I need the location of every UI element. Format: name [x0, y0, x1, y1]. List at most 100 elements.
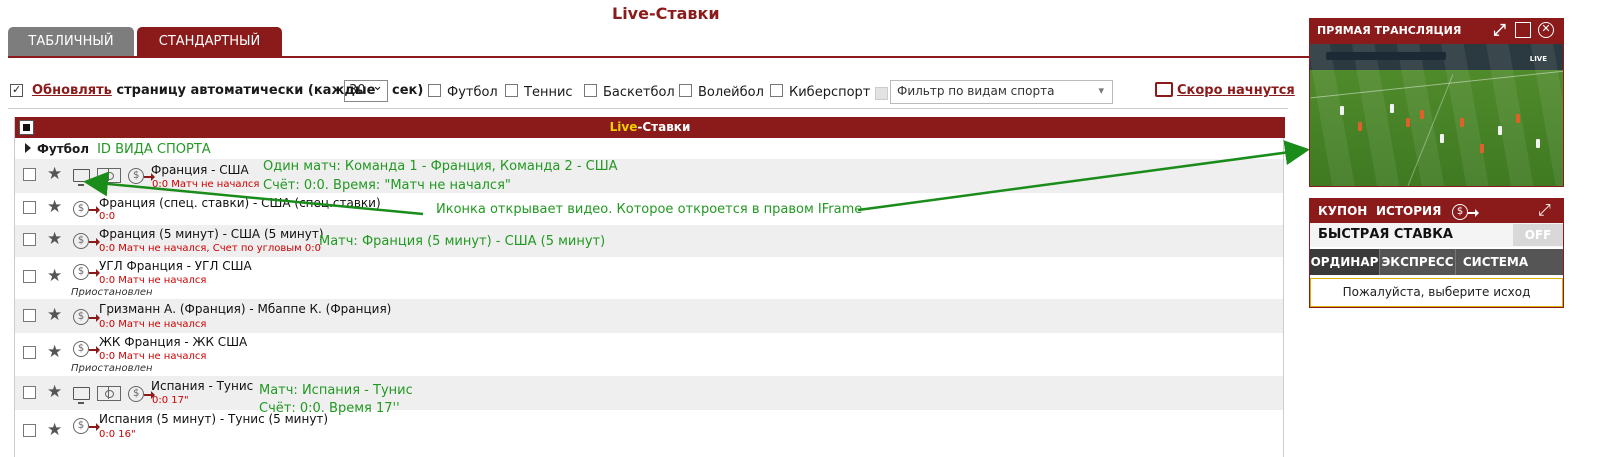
esports-checkbox[interactable] — [770, 84, 783, 97]
table-row[interactable]: ★ $ УГЛ Франция - УГЛ США 0:0 Матч не на… — [15, 257, 1283, 299]
upcoming-link[interactable]: Скоро начнутся — [1155, 82, 1295, 98]
sport-filter-football[interactable]: Футбол — [428, 83, 498, 100]
favorite-star-icon[interactable]: ★ — [47, 344, 62, 361]
row-paused-label: Приостановлен — [71, 363, 153, 374]
refresh-interval-select[interactable]: 30 — [344, 79, 388, 102]
coupon-header: КУПОН ИСТОРИЯ $ ⤢ — [1310, 199, 1563, 223]
football-checkbox[interactable] — [428, 84, 441, 97]
bet-arrow-icon — [144, 391, 156, 399]
tab-table[interactable]: ТАБЛИЧНЫЙ — [8, 27, 134, 57]
auto-refresh-checkbox[interactable] — [10, 84, 23, 97]
tab-coupon[interactable]: КУПОН — [1310, 199, 1375, 223]
live-tag: LIVE — [1529, 55, 1547, 63]
mode-express[interactable]: ЭКСПРЕСС — [1379, 249, 1455, 275]
video-tv-icon[interactable] — [73, 387, 90, 404]
tab-history[interactable]: ИСТОРИЯ — [1368, 199, 1449, 223]
player — [1498, 126, 1502, 135]
filter-checkbox[interactable] — [875, 87, 888, 100]
bet-coin-icon[interactable]: $ — [73, 201, 89, 217]
match-status: 0:0 Матч не начался — [99, 351, 207, 362]
basketball-checkbox[interactable] — [584, 84, 597, 97]
row-checkbox[interactable] — [23, 424, 36, 437]
row-paused-label: Приостановлен — [71, 287, 153, 298]
row-icons: $ — [73, 417, 100, 435]
bet-coin-icon[interactable]: $ — [128, 168, 145, 184]
refresh-link[interactable]: Обновлять — [32, 83, 112, 98]
tab-standard[interactable]: СТАНДАРТНЫЙ — [137, 27, 282, 57]
match-field-icon[interactable] — [97, 168, 122, 183]
match-title[interactable]: ЖК Франция - ЖК США — [99, 335, 247, 349]
match-status: 0:0 17" — [152, 395, 189, 406]
row-checkbox[interactable] — [23, 386, 36, 399]
stream-video[interactable]: LIVE — [1309, 43, 1564, 187]
sport-group-football[interactable]: ФутболОдин матч: Команда 1 - Франция, Ко… — [25, 142, 211, 157]
favorite-star-icon[interactable]: ★ — [47, 268, 62, 285]
bet-coin-icon[interactable]: $ — [73, 309, 89, 325]
row-icons: $ — [73, 200, 100, 218]
mode-single[interactable]: ОРДИНАР — [1310, 249, 1379, 275]
choose-outcome-message: Пожалуйста, выберите исход — [1310, 278, 1563, 307]
bet-coin-icon[interactable]: $ — [73, 418, 89, 434]
expand-icon[interactable] — [1493, 17, 1509, 42]
video-tv-icon[interactable] — [73, 169, 90, 186]
table-row[interactable]: ★ $ ЖК Франция - ЖК США 0:0 Матч не нача… — [15, 333, 1283, 376]
table-row[interactable]: ★ $ Испания - Тунис 0:0 17" — [15, 376, 1283, 410]
favorite-star-icon[interactable]: ★ — [47, 422, 62, 439]
select-all-checkbox[interactable] — [19, 120, 34, 135]
row-checkbox[interactable] — [23, 233, 36, 246]
coupon-expand-icon[interactable]: ⤢ — [1538, 199, 1551, 221]
upcoming-label: Скоро начнутся — [1177, 83, 1295, 98]
match-title[interactable]: Франция (спец. ставки) - США (спец.ставк… — [99, 196, 381, 210]
match-title[interactable]: Франция - США — [151, 163, 249, 177]
match-title[interactable]: Гризманн А. (Франция) - Мбаппе К. (Франц… — [99, 302, 391, 316]
row-checkbox[interactable] — [23, 168, 36, 181]
volleyball-checkbox[interactable] — [679, 84, 692, 97]
table-row[interactable]: ★ $ Испания (5 минут) - Тунис (5 минут) … — [15, 410, 1283, 457]
row-checkbox[interactable] — [23, 270, 36, 283]
bet-coin-icon[interactable]: $ — [73, 341, 89, 357]
bet-coin-icon[interactable]: $ — [128, 386, 145, 402]
bet-arrow-icon — [89, 206, 100, 214]
sport-filter-volleyball[interactable]: Волейбол — [679, 83, 764, 100]
popout-window-icon[interactable] — [1515, 22, 1531, 38]
expand-triangle-icon[interactable] — [25, 143, 31, 153]
table-row[interactable]: ★ $ Гризманн А. (Франция) - Мбаппе К. (Ф… — [15, 299, 1283, 333]
bet-coin-icon[interactable]: $ — [73, 233, 89, 249]
sport-group-name: Футбол — [37, 142, 90, 156]
pitch-line — [1407, 74, 1454, 186]
row-checkbox[interactable] — [23, 309, 36, 322]
controls-bar: Обновлять страницу автоматически (каждые… — [10, 79, 1330, 104]
annotation-match-teams: Один матч: Команда 1 - Франция, Команда … — [263, 159, 618, 174]
favorite-star-icon[interactable]: ★ — [47, 231, 62, 248]
favorite-star-icon[interactable]: ★ — [47, 199, 62, 216]
row-checkbox[interactable] — [23, 346, 36, 359]
tab-underline — [8, 56, 1329, 58]
mode-system[interactable]: СИСТЕМА — [1455, 249, 1535, 275]
tennis-checkbox[interactable] — [505, 84, 518, 97]
stream-header: ПРЯМАЯ ТРАНСЛЯЦИЯ ✕ — [1309, 17, 1564, 43]
sport-filter-select[interactable]: Фильтр по видам спорта — [890, 80, 1113, 104]
table-row[interactable]: ★ $ Франция (5 минут) - США (5 минут) 0:… — [15, 225, 1283, 257]
volleyball-label: Волейбол — [698, 85, 764, 100]
bet-coin-icon[interactable]: $ — [73, 264, 89, 280]
row-checkbox[interactable] — [23, 201, 36, 214]
fast-bet-toggle[interactable]: OFF — [1513, 224, 1563, 246]
match-title[interactable]: УГЛ Франция - УГЛ США — [99, 259, 252, 273]
close-icon[interactable]: ✕ — [1538, 22, 1554, 38]
sport-filter-basketball[interactable]: Баскетбол — [584, 83, 675, 100]
match-title[interactable]: Испания - Тунис — [151, 379, 253, 393]
score-overlay — [1326, 52, 1446, 60]
sport-filter-tennis[interactable]: Теннис — [505, 83, 573, 100]
annotation-5min-match: Матч: Франция (5 минут) - США (5 минут) — [319, 234, 606, 249]
match-field-icon[interactable] — [97, 386, 122, 401]
sport-filter-esports[interactable]: Киберспорт — [770, 83, 870, 100]
favorite-star-icon[interactable]: ★ — [47, 166, 62, 183]
bet-arrow-icon — [89, 423, 100, 431]
match-title[interactable]: Франция (5 минут) - США (5 минут) — [99, 227, 324, 241]
coupon-coin-button[interactable]: $ — [1452, 203, 1479, 222]
stream-title: ПРЯМАЯ ТРАНСЛЯЦИЯ — [1317, 24, 1462, 37]
table-row[interactable]: ★ $ Франция - США 0:0 Матч не начался — [15, 159, 1283, 193]
favorite-star-icon[interactable]: ★ — [47, 307, 62, 324]
favorite-star-icon[interactable]: ★ — [47, 384, 62, 401]
match-status: 0:0 Матч не начался — [99, 319, 207, 330]
